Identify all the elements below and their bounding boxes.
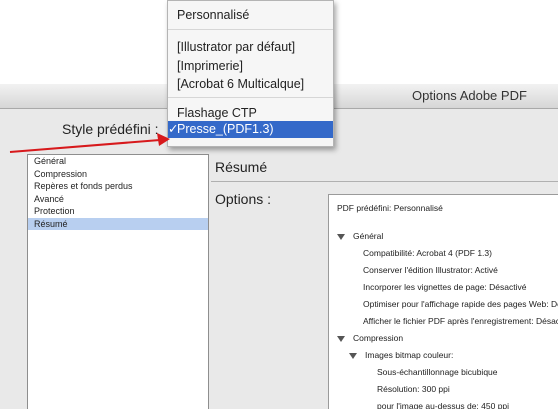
tree-row-label: Compatibilité: Acrobat 4 (PDF 1.3): [363, 248, 492, 258]
tree-row-label: Général: [353, 231, 384, 241]
tree-row-label: PDF prédéfini: Personnalisé: [337, 203, 443, 213]
tree-row: PDF prédéfini: Personnalisé: [337, 201, 443, 215]
content-panel: Résumé Options : PDF prédéfini: Personna…: [211, 154, 558, 409]
tree-row[interactable]: Général: [337, 229, 383, 243]
tree-row-label: pour l'image au-dessus de: 450 ppi: [377, 401, 510, 409]
preset-dropdown-menu: Personnalisé [Illustrator par défaut] [Imp…: [167, 0, 334, 147]
disclosure-triangle-icon[interactable]: [337, 233, 345, 240]
divider: [211, 181, 558, 182]
tree-row-label: Résolution: 300 ppi: [377, 384, 450, 394]
options-summary-tree[interactable]: PDF prédéfini: Personnalisé Général Compat…: [328, 194, 558, 409]
options-label: Options :: [215, 191, 272, 207]
menu-separator: [168, 29, 333, 30]
menu-item-5[interactable]: ✓ Presse_(PDF1.3): [168, 121, 333, 138]
tree-row: Compatibilité: Acrobat 4 (PDF 1.3): [363, 246, 492, 260]
menu-item-2[interactable]: [Imprimerie]: [168, 58, 333, 75]
menu-item-label: Flashage CTP: [177, 106, 257, 120]
tree-row: Conserver l'édition Illustrator: Activé: [363, 263, 498, 277]
tree-row: Afficher le fichier PDF après l'enregist…: [363, 314, 558, 328]
sidebar-item-3[interactable]: Avancé: [28, 193, 208, 206]
sidebar-item-1[interactable]: Compression: [28, 168, 208, 181]
menu-item-label: [Acrobat 6 Multicalque]: [177, 77, 305, 91]
menu-item-3[interactable]: [Acrobat 6 Multicalque]: [168, 76, 333, 93]
menu-item-label: Personnalisé: [177, 8, 250, 22]
tree-row: Résolution: 300 ppi: [377, 382, 450, 396]
menu-item-label: [Imprimerie]: [177, 59, 243, 73]
tree-row: pour l'image au-dessus de: 450 ppi: [377, 399, 509, 409]
tree-row: Optimiser pour l'affichage rapide des pa…: [363, 297, 558, 311]
tree-row-label: Afficher le fichier PDF après l'enregist…: [363, 316, 558, 326]
sidebar-item-2[interactable]: Repères et fonds perdus: [28, 180, 208, 193]
menu-item-label: [Illustrator par défaut]: [177, 40, 296, 54]
menu-item-label: Presse_(PDF1.3): [177, 122, 274, 136]
tree-row-label: Incorporer les vignettes de page: Désact…: [363, 282, 527, 292]
panel-title: Résumé: [215, 159, 268, 175]
category-list: Général Compression Repères et fonds perdu…: [27, 154, 209, 409]
tree-row[interactable]: Compression: [337, 331, 403, 345]
menu-separator: [168, 97, 333, 98]
disclosure-triangle-icon[interactable]: [349, 352, 357, 359]
tree-row: Sous-échantillonnage bicubique: [377, 365, 498, 379]
menu-item-0[interactable]: Personnalisé: [168, 7, 333, 24]
tree-row[interactable]: Images bitmap couleur:: [349, 348, 453, 362]
menu-item-4[interactable]: Flashage CTP: [168, 105, 333, 122]
pointer-arrow-icon: [9, 133, 170, 153]
tree-row-label: Conserver l'édition Illustrator: Activé: [363, 265, 498, 275]
tree-row-label: Optimiser pour l'affichage rapide des pa…: [363, 299, 558, 309]
sidebar-item-4[interactable]: Protection: [28, 205, 208, 218]
tree-row-label: Compression: [353, 333, 404, 343]
tree-row-label: Sous-échantillonnage bicubique: [377, 367, 498, 377]
sidebar-item-5[interactable]: Résumé: [28, 217, 208, 230]
tree-row: Incorporer les vignettes de page: Désact…: [363, 280, 526, 294]
disclosure-triangle-icon[interactable]: [337, 335, 345, 342]
dialog-title: Options Adobe PDF: [412, 88, 527, 103]
menu-item-1[interactable]: [Illustrator par défaut]: [168, 39, 333, 56]
tree-row-label: Images bitmap couleur:: [365, 350, 454, 360]
